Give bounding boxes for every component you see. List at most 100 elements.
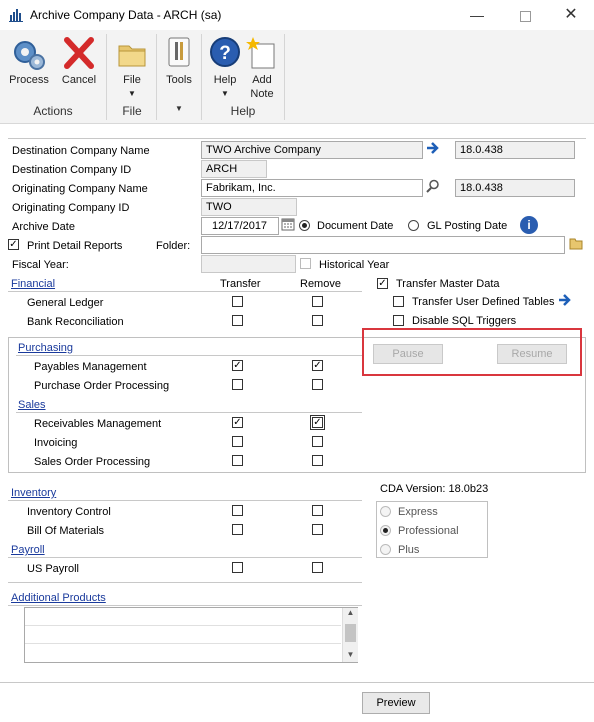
cda-version-label: CDA Version: 18.0b23 [380,483,489,495]
scrollbar-thumb[interactable] [345,624,356,642]
remove-column-header: Remove [300,278,341,290]
express-radio[interactable] [380,506,391,517]
process-button[interactable]: Process [6,36,52,87]
financial-link[interactable]: Financial [11,278,55,290]
maximize-icon [519,10,531,22]
pop-transfer-checkbox[interactable] [232,379,243,390]
list-row-divider [25,625,341,626]
chevron-down-icon[interactable]: ▼ [161,104,197,113]
general-ledger-remove-checkbox[interactable] [312,296,323,307]
inventory-control-remove-checkbox[interactable] [312,505,323,516]
plus-label: Plus [398,544,420,556]
sop-remove-checkbox[interactable] [312,455,323,466]
ribbon-separator [156,34,157,120]
arrow-right-button[interactable] [556,293,574,311]
add-note-button[interactable]: Add Note [244,36,280,101]
historical-year-checkbox[interactable] [300,258,311,269]
us-payroll-remove-checkbox[interactable] [312,562,323,573]
fiscal-year-label: Fiscal Year: [12,259,69,271]
invoicing-transfer-checkbox[interactable] [232,436,243,447]
payroll-link[interactable]: Payroll [11,544,45,556]
inventory-control-transfer-checkbox[interactable] [232,505,243,516]
divider [16,412,362,413]
maximize-button[interactable] [510,4,540,26]
destination-company-id-field: ARCH [201,160,267,178]
destination-company-id-label: Destination Company ID [12,164,132,176]
process-label: Process [9,74,49,86]
pop-remove-checkbox[interactable] [312,379,323,390]
receivables-remove-checkbox[interactable]: ✓ [310,415,325,430]
title-bar: Archive Company Data - ARCH (sa) — ✕ [0,0,594,30]
bank-reconciliation-remove-checkbox[interactable] [312,315,323,326]
professional-radio[interactable] [380,525,391,536]
bom-transfer-checkbox[interactable] [232,524,243,535]
calendar-button[interactable] [279,217,297,235]
actions-group-label: Actions [33,104,73,118]
originating-company-name-field[interactable]: Fabrikam, Inc. [201,179,423,197]
close-icon: ✕ [564,6,578,23]
invoicing-remove-checkbox[interactable] [312,436,323,447]
purchasing-link[interactable]: Purchasing [18,342,73,354]
payables-transfer-checkbox[interactable]: ✓ [232,360,243,371]
transfer-user-defined-tables-checkbox[interactable] [393,296,404,307]
bom-remove-checkbox[interactable] [312,524,323,535]
additional-products-link[interactable]: Additional Products [11,592,106,604]
tools-label: Tools [166,74,192,86]
originating-version-field: 18.0.438 [455,179,575,197]
inventory-link[interactable]: Inventory [11,487,56,499]
divider [8,582,362,583]
svg-text:?: ? [219,43,231,64]
plus-radio[interactable] [380,544,391,555]
us-payroll-transfer-checkbox[interactable] [232,562,243,573]
help-button[interactable]: ? Help ▼ [206,36,244,101]
archive-date-field[interactable]: 12/17/2017 [201,217,279,235]
transfer-master-data-checkbox[interactable]: ✓ [377,278,388,289]
folder-icon [569,238,583,250]
list-row-divider [25,643,341,644]
minimize-button[interactable]: — [462,4,492,26]
disable-sql-triggers-label: Disable SQL Triggers [412,315,517,327]
help-label: Help [213,74,237,86]
gl-posting-date-radio[interactable] [408,220,419,231]
file-label: File [123,74,141,86]
additional-products-list[interactable]: ▲ ▼ [24,607,358,663]
app-chart-icon [8,7,24,23]
tools-button[interactable]: Tools [161,36,197,87]
ribbon-separator [284,34,285,120]
file-button[interactable]: File ▼ [112,36,152,101]
close-button[interactable]: ✕ [556,4,586,26]
archive-date-label: Archive Date [12,221,75,233]
destination-company-name-field[interactable]: TWO Archive Company [201,141,423,159]
minimize-icon: — [470,7,484,23]
general-ledger-transfer-checkbox[interactable] [232,296,243,307]
folder-field[interactable] [201,236,565,254]
cancel-button[interactable]: Cancel [58,36,100,87]
bank-reconciliation-transfer-checkbox[interactable] [232,315,243,326]
fiscal-year-field [201,255,296,273]
vertical-scrollbar[interactable]: ▲ ▼ [342,608,358,662]
scroll-down-icon[interactable]: ▼ [343,650,358,659]
folder-browse-button[interactable] [567,236,585,254]
info-icon[interactable]: i [520,216,538,234]
chevron-down-icon: ▼ [128,89,136,98]
file-group-label: File [122,104,142,118]
print-detail-reports-checkbox[interactable]: ✓ [8,239,19,250]
arrow-right-button[interactable] [424,141,442,159]
preview-button[interactable]: Preview [362,692,430,714]
general-ledger-label: General Ledger [27,297,104,309]
scroll-up-icon[interactable]: ▲ [343,608,358,617]
lookup-button[interactable] [424,179,442,197]
sop-transfer-checkbox[interactable] [232,455,243,466]
ribbon: Process Cancel Actions File ▼ File Tools… [0,30,594,124]
payables-remove-checkbox[interactable]: ✓ [312,360,323,371]
document-date-radio[interactable] [299,220,310,231]
receivables-transfer-checkbox[interactable]: ✓ [232,417,243,428]
note-icon [246,37,275,69]
sales-link[interactable]: Sales [18,399,46,411]
transfer-master-data-label: Transfer Master Data [396,278,500,290]
originating-company-id-field: TWO [201,198,297,216]
disable-sql-triggers-checkbox[interactable] [393,315,404,326]
us-payroll-label: US Payroll [27,563,79,575]
help-group-label: Help [230,104,256,118]
arrow-right-icon [559,294,571,306]
